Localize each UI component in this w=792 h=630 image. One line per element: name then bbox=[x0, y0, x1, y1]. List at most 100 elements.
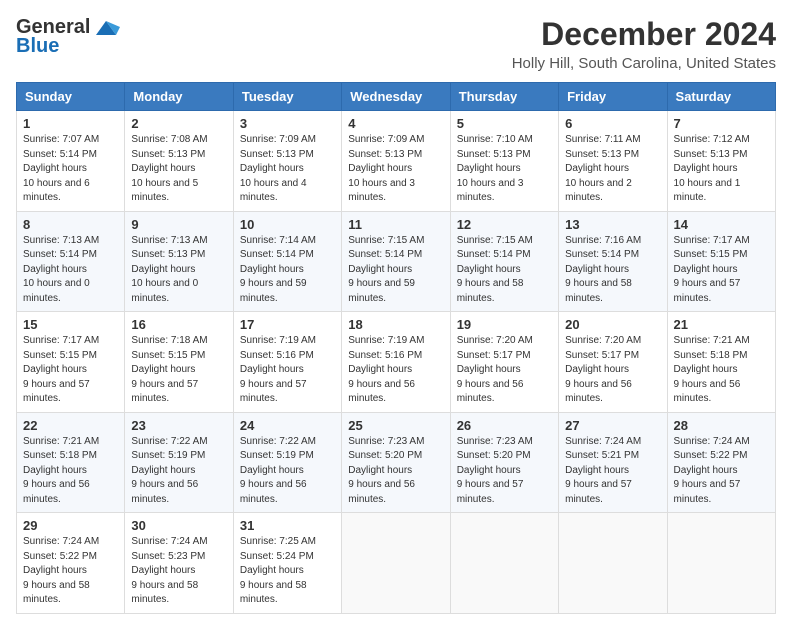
calendar-cell: 16 Sunrise: 7:18 AM Sunset: 5:15 PM Dayl… bbox=[125, 312, 233, 413]
calendar-cell: 1 Sunrise: 7:07 AM Sunset: 5:14 PM Dayli… bbox=[17, 111, 125, 212]
calendar-cell: 31 Sunrise: 7:25 AM Sunset: 5:24 PM Dayl… bbox=[233, 513, 341, 614]
calendar-cell: 7 Sunrise: 7:12 AM Sunset: 5:13 PM Dayli… bbox=[667, 111, 775, 212]
day-info: Sunrise: 7:07 AM Sunset: 5:14 PM Dayligh… bbox=[23, 133, 118, 206]
day-info: Sunrise: 7:21 AM Sunset: 5:18 PM Dayligh… bbox=[23, 435, 118, 508]
day-number: 30 bbox=[131, 518, 226, 533]
calendar-cell: 21 Sunrise: 7:21 AM Sunset: 5:18 PM Dayl… bbox=[667, 312, 775, 413]
day-info: Sunrise: 7:23 AM Sunset: 5:20 PM Dayligh… bbox=[457, 435, 552, 508]
calendar-cell: 12 Sunrise: 7:15 AM Sunset: 5:14 PM Dayl… bbox=[450, 211, 558, 312]
day-number: 13 bbox=[565, 217, 660, 232]
day-number: 20 bbox=[565, 317, 660, 332]
day-number: 18 bbox=[348, 317, 443, 332]
day-info: Sunrise: 7:13 AM Sunset: 5:13 PM Dayligh… bbox=[131, 234, 226, 307]
day-number: 6 bbox=[565, 116, 660, 131]
calendar-cell: 19 Sunrise: 7:20 AM Sunset: 5:17 PM Dayl… bbox=[450, 312, 558, 413]
day-number: 25 bbox=[348, 418, 443, 433]
calendar-cell: 27 Sunrise: 7:24 AM Sunset: 5:21 PM Dayl… bbox=[559, 412, 667, 513]
week-row-4: 22 Sunrise: 7:21 AM Sunset: 5:18 PM Dayl… bbox=[17, 412, 776, 513]
weekday-header-row: SundayMondayTuesdayWednesdayThursdayFrid… bbox=[17, 83, 776, 111]
day-info: Sunrise: 7:15 AM Sunset: 5:14 PM Dayligh… bbox=[457, 234, 552, 307]
calendar-cell: 18 Sunrise: 7:19 AM Sunset: 5:16 PM Dayl… bbox=[342, 312, 450, 413]
calendar-cell: 29 Sunrise: 7:24 AM Sunset: 5:22 PM Dayl… bbox=[17, 513, 125, 614]
calendar-cell bbox=[667, 513, 775, 614]
day-number: 23 bbox=[131, 418, 226, 433]
day-info: Sunrise: 7:17 AM Sunset: 5:15 PM Dayligh… bbox=[23, 334, 118, 407]
weekday-thursday: Thursday bbox=[450, 83, 558, 111]
day-number: 5 bbox=[457, 116, 552, 131]
calendar-cell: 5 Sunrise: 7:10 AM Sunset: 5:13 PM Dayli… bbox=[450, 111, 558, 212]
day-number: 31 bbox=[240, 518, 335, 533]
day-info: Sunrise: 7:25 AM Sunset: 5:24 PM Dayligh… bbox=[240, 535, 335, 608]
calendar-cell: 3 Sunrise: 7:09 AM Sunset: 5:13 PM Dayli… bbox=[233, 111, 341, 212]
week-row-2: 8 Sunrise: 7:13 AM Sunset: 5:14 PM Dayli… bbox=[17, 211, 776, 312]
location-title: Holly Hill, South Carolina, United State… bbox=[512, 55, 776, 72]
calendar-cell: 13 Sunrise: 7:16 AM Sunset: 5:14 PM Dayl… bbox=[559, 211, 667, 312]
day-info: Sunrise: 7:21 AM Sunset: 5:18 PM Dayligh… bbox=[674, 334, 769, 407]
day-info: Sunrise: 7:24 AM Sunset: 5:23 PM Dayligh… bbox=[131, 535, 226, 608]
calendar-cell: 30 Sunrise: 7:24 AM Sunset: 5:23 PM Dayl… bbox=[125, 513, 233, 614]
day-number: 19 bbox=[457, 317, 552, 332]
day-number: 1 bbox=[23, 116, 118, 131]
day-number: 22 bbox=[23, 418, 118, 433]
calendar-cell: 24 Sunrise: 7:22 AM Sunset: 5:19 PM Dayl… bbox=[233, 412, 341, 513]
calendar-body: 1 Sunrise: 7:07 AM Sunset: 5:14 PM Dayli… bbox=[17, 111, 776, 614]
day-info: Sunrise: 7:19 AM Sunset: 5:16 PM Dayligh… bbox=[240, 334, 335, 407]
calendar-cell: 20 Sunrise: 7:20 AM Sunset: 5:17 PM Dayl… bbox=[559, 312, 667, 413]
day-info: Sunrise: 7:09 AM Sunset: 5:13 PM Dayligh… bbox=[240, 133, 335, 206]
day-info: Sunrise: 7:15 AM Sunset: 5:14 PM Dayligh… bbox=[348, 234, 443, 307]
calendar-table: SundayMondayTuesdayWednesdayThursdayFrid… bbox=[16, 82, 776, 614]
page-header: General Blue December 2024 Holly Hill, S… bbox=[16, 16, 776, 72]
calendar-cell: 10 Sunrise: 7:14 AM Sunset: 5:14 PM Dayl… bbox=[233, 211, 341, 312]
day-info: Sunrise: 7:22 AM Sunset: 5:19 PM Dayligh… bbox=[240, 435, 335, 508]
day-info: Sunrise: 7:12 AM Sunset: 5:13 PM Dayligh… bbox=[674, 133, 769, 206]
day-info: Sunrise: 7:10 AM Sunset: 5:13 PM Dayligh… bbox=[457, 133, 552, 206]
day-info: Sunrise: 7:18 AM Sunset: 5:15 PM Dayligh… bbox=[131, 334, 226, 407]
day-number: 8 bbox=[23, 217, 118, 232]
day-number: 14 bbox=[674, 217, 769, 232]
calendar-cell: 14 Sunrise: 7:17 AM Sunset: 5:15 PM Dayl… bbox=[667, 211, 775, 312]
calendar-cell bbox=[450, 513, 558, 614]
day-info: Sunrise: 7:09 AM Sunset: 5:13 PM Dayligh… bbox=[348, 133, 443, 206]
day-info: Sunrise: 7:24 AM Sunset: 5:22 PM Dayligh… bbox=[23, 535, 118, 608]
calendar-cell bbox=[342, 513, 450, 614]
weekday-monday: Monday bbox=[125, 83, 233, 111]
day-info: Sunrise: 7:24 AM Sunset: 5:22 PM Dayligh… bbox=[674, 435, 769, 508]
day-info: Sunrise: 7:11 AM Sunset: 5:13 PM Dayligh… bbox=[565, 133, 660, 206]
weekday-friday: Friday bbox=[559, 83, 667, 111]
weekday-sunday: Sunday bbox=[17, 83, 125, 111]
day-number: 9 bbox=[131, 217, 226, 232]
day-info: Sunrise: 7:23 AM Sunset: 5:20 PM Dayligh… bbox=[348, 435, 443, 508]
day-number: 24 bbox=[240, 418, 335, 433]
week-row-5: 29 Sunrise: 7:24 AM Sunset: 5:22 PM Dayl… bbox=[17, 513, 776, 614]
calendar-cell bbox=[559, 513, 667, 614]
calendar-cell: 9 Sunrise: 7:13 AM Sunset: 5:13 PM Dayli… bbox=[125, 211, 233, 312]
calendar-cell: 17 Sunrise: 7:19 AM Sunset: 5:16 PM Dayl… bbox=[233, 312, 341, 413]
calendar-cell: 6 Sunrise: 7:11 AM Sunset: 5:13 PM Dayli… bbox=[559, 111, 667, 212]
calendar-cell: 23 Sunrise: 7:22 AM Sunset: 5:19 PM Dayl… bbox=[125, 412, 233, 513]
day-info: Sunrise: 7:17 AM Sunset: 5:15 PM Dayligh… bbox=[674, 234, 769, 307]
day-number: 10 bbox=[240, 217, 335, 232]
calendar-cell: 22 Sunrise: 7:21 AM Sunset: 5:18 PM Dayl… bbox=[17, 412, 125, 513]
day-number: 16 bbox=[131, 317, 226, 332]
day-number: 4 bbox=[348, 116, 443, 131]
calendar-cell: 26 Sunrise: 7:23 AM Sunset: 5:20 PM Dayl… bbox=[450, 412, 558, 513]
day-info: Sunrise: 7:20 AM Sunset: 5:17 PM Dayligh… bbox=[457, 334, 552, 407]
day-number: 17 bbox=[240, 317, 335, 332]
day-info: Sunrise: 7:08 AM Sunset: 5:13 PM Dayligh… bbox=[131, 133, 226, 206]
weekday-tuesday: Tuesday bbox=[233, 83, 341, 111]
day-number: 29 bbox=[23, 518, 118, 533]
day-info: Sunrise: 7:22 AM Sunset: 5:19 PM Dayligh… bbox=[131, 435, 226, 508]
day-info: Sunrise: 7:24 AM Sunset: 5:21 PM Dayligh… bbox=[565, 435, 660, 508]
weekday-wednesday: Wednesday bbox=[342, 83, 450, 111]
week-row-1: 1 Sunrise: 7:07 AM Sunset: 5:14 PM Dayli… bbox=[17, 111, 776, 212]
calendar-cell: 15 Sunrise: 7:17 AM Sunset: 5:15 PM Dayl… bbox=[17, 312, 125, 413]
logo-blue-text: Blue bbox=[16, 35, 59, 58]
day-info: Sunrise: 7:19 AM Sunset: 5:16 PM Dayligh… bbox=[348, 334, 443, 407]
calendar-cell: 2 Sunrise: 7:08 AM Sunset: 5:13 PM Dayli… bbox=[125, 111, 233, 212]
day-number: 2 bbox=[131, 116, 226, 131]
calendar-cell: 11 Sunrise: 7:15 AM Sunset: 5:14 PM Dayl… bbox=[342, 211, 450, 312]
day-info: Sunrise: 7:14 AM Sunset: 5:14 PM Dayligh… bbox=[240, 234, 335, 307]
day-number: 12 bbox=[457, 217, 552, 232]
day-number: 7 bbox=[674, 116, 769, 131]
day-number: 21 bbox=[674, 317, 769, 332]
